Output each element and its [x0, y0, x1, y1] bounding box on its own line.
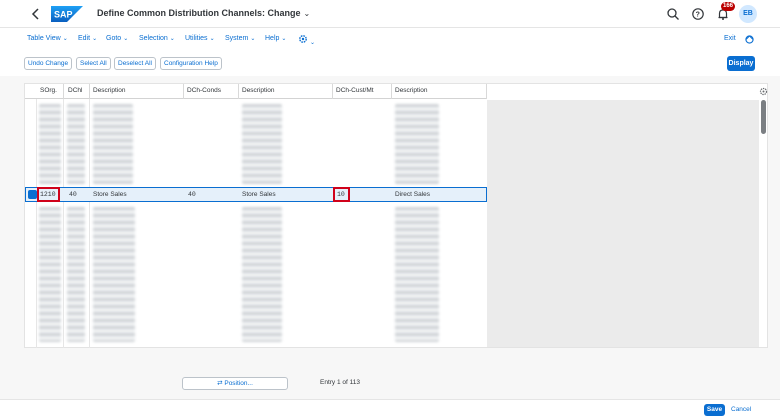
- display-button[interactable]: Display: [727, 56, 755, 71]
- vertical-scrollbar[interactable]: [761, 100, 766, 134]
- cancel-button[interactable]: Cancel: [731, 406, 751, 413]
- row-selector[interactable]: [28, 190, 37, 199]
- chevron-down-icon: ⌄: [209, 36, 215, 42]
- chevron-down-icon: ⌄: [281, 36, 287, 42]
- select-all-button[interactable]: Select All: [76, 57, 111, 70]
- column-divider: [89, 84, 90, 99]
- obscured-cells: [395, 104, 439, 184]
- menu-goto[interactable]: Goto ⌄: [106, 35, 128, 42]
- menu-label: Goto: [106, 35, 122, 42]
- entry-count: Entry 1 of 113: [320, 379, 360, 386]
- sync-icon[interactable]: [744, 34, 755, 45]
- cell-description-2: Store Sales: [242, 191, 276, 198]
- position-button[interactable]: ⇄ Position...: [182, 377, 288, 390]
- help-icon[interactable]: ?: [691, 7, 705, 21]
- chevron-down-icon: ⌄: [303, 9, 311, 18]
- empty-table-area: [487, 100, 759, 347]
- position-label: Position...: [224, 380, 253, 387]
- cell-dchl: 40: [69, 191, 77, 198]
- column-header-description-3[interactable]: Description: [395, 87, 428, 94]
- svg-text:?: ?: [696, 12, 700, 19]
- position-icon: ⇄: [217, 380, 223, 387]
- gear-icon: [299, 35, 307, 43]
- cell-description: Store Sales: [93, 191, 127, 198]
- menu-label: Help: [265, 35, 280, 42]
- column-divider: [63, 84, 64, 99]
- obscured-cells: [67, 207, 85, 342]
- highlight-box-dch-cust-mt: [333, 187, 350, 202]
- obscured-cells: [242, 104, 282, 184]
- menu-label: Utilities: [185, 35, 208, 42]
- page-title-text: Define Common Distribution Channels: Cha…: [97, 8, 301, 18]
- search-icon[interactable]: [666, 7, 680, 21]
- menu-edit[interactable]: Edit ⌄: [78, 35, 97, 42]
- column-divider: [332, 84, 333, 99]
- obscured-cells: [242, 207, 282, 342]
- column-header-dch-cust-mt[interactable]: DCh-Cust/Mt: [336, 87, 374, 94]
- menu-bar: Table View ⌄ Edit ⌄ Goto ⌄ Selection ⌄ Utili…: [0, 28, 780, 52]
- menu-selection[interactable]: Selection ⌄: [139, 35, 175, 42]
- menu-label: Table View: [27, 35, 61, 42]
- chevron-down-icon: ⌄: [310, 40, 316, 46]
- settings-menu[interactable]: ⌄: [298, 34, 315, 46]
- obscured-cells: [39, 207, 61, 342]
- table-settings-icon[interactable]: [759, 87, 768, 96]
- column-divider: [391, 84, 392, 99]
- column-header-description[interactable]: Description: [93, 87, 126, 94]
- deselect-all-button[interactable]: Deselect All: [114, 57, 156, 70]
- configuration-help-button[interactable]: Configuration Help: [160, 57, 222, 70]
- column-header-dch-conds[interactable]: DCh-Conds: [187, 87, 221, 94]
- cell-description-3: Direct Sales: [395, 191, 431, 198]
- column-header-dchl[interactable]: DChl: [68, 87, 82, 94]
- column-line: [89, 99, 90, 348]
- table-panel: SOrg. DChl Description DCh-Conds Descrip…: [24, 83, 768, 348]
- column-divider: [183, 84, 184, 99]
- table-row-selected[interactable]: 1210 40 Store Sales 40 Store Sales 10 Di…: [25, 187, 487, 202]
- avatar[interactable]: EB: [739, 5, 757, 23]
- menu-table-view[interactable]: Table View ⌄: [27, 35, 68, 42]
- obscured-cells: [39, 104, 61, 184]
- notification-badge: 166: [721, 2, 736, 11]
- table-header: SOrg. DChl Description DCh-Conds Descrip…: [25, 84, 487, 99]
- menu-label: System: [225, 35, 249, 42]
- column-divider: [486, 84, 487, 99]
- chevron-down-icon: ⌄: [92, 36, 98, 42]
- save-button[interactable]: Save: [704, 404, 725, 416]
- obscured-cells: [93, 207, 135, 342]
- back-icon[interactable]: [30, 7, 42, 21]
- chevron-down-icon: ⌄: [123, 36, 129, 42]
- sap-logo[interactable]: SAP: [51, 6, 83, 22]
- chevron-down-icon: ⌄: [250, 36, 256, 42]
- shell-bar: SAP Define Common Distribution Channels:…: [0, 0, 780, 28]
- chevron-down-icon: ⌄: [62, 36, 68, 42]
- toolbar: Undo Change Select All Deselect All Conf…: [0, 52, 780, 76]
- column-line: [36, 99, 37, 348]
- cell-dch-conds[interactable]: 40: [188, 191, 196, 198]
- menu-label: Edit: [78, 35, 91, 42]
- obscured-cells: [93, 104, 133, 184]
- menu-help[interactable]: Help ⌄: [265, 35, 286, 42]
- undo-change-button[interactable]: Undo Change: [24, 57, 73, 70]
- column-header-description-2[interactable]: Description: [242, 87, 275, 94]
- obscured-cells: [67, 104, 85, 184]
- footer-bar: Save Cancel: [0, 399, 780, 419]
- logo-text: SAP: [54, 10, 73, 20]
- column-line: [63, 99, 64, 348]
- exit-link[interactable]: Exit: [724, 35, 736, 42]
- obscured-cells: [395, 207, 439, 342]
- column-header-sorg[interactable]: SOrg.: [40, 87, 57, 94]
- menu-label: Selection: [139, 35, 168, 42]
- menu-system[interactable]: System ⌄: [225, 35, 255, 42]
- column-divider: [238, 84, 239, 99]
- page-title[interactable]: Define Common Distribution Channels: Cha…: [97, 8, 310, 18]
- menu-utilities[interactable]: Utilities ⌄: [185, 35, 215, 42]
- highlight-box-sorg: [37, 187, 60, 202]
- chevron-down-icon: ⌄: [169, 36, 175, 42]
